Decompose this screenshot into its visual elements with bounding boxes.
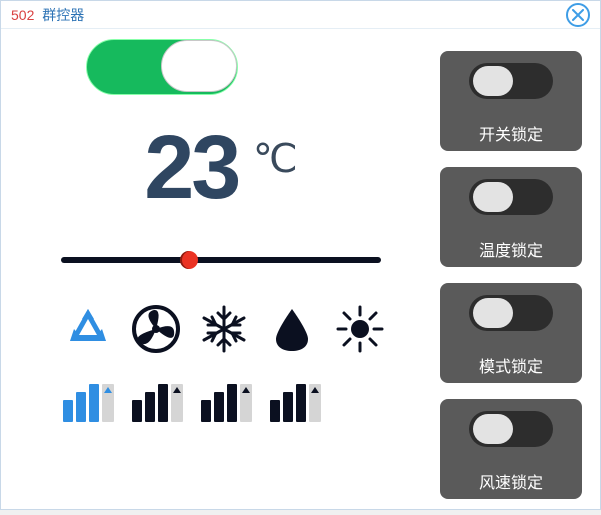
fan-speed-row	[63, 384, 401, 422]
lock-mode-toggle[interactable]	[469, 295, 553, 331]
lock-temp-tile: 温度锁定	[440, 167, 582, 267]
lock-mode-tile: 模式锁定	[440, 283, 582, 383]
toggle-knob	[473, 298, 513, 328]
titlebar: 502 群控器	[1, 1, 600, 29]
mode-cool[interactable]	[199, 304, 249, 354]
controller-window: 502 群控器 23 ℃	[0, 0, 601, 510]
title: 502 群控器	[11, 5, 84, 25]
fan-speed-auto[interactable]	[270, 384, 321, 422]
device-name: 群控器	[42, 7, 84, 23]
power-toggle-knob	[161, 40, 237, 92]
main-column: 23 ℃	[1, 39, 431, 422]
lock-mode-label: 模式锁定	[479, 353, 543, 377]
close-button[interactable]	[566, 3, 590, 27]
lock-fan-toggle[interactable]	[469, 411, 553, 447]
fan-auto-indicator	[171, 384, 183, 422]
toggle-knob	[473, 182, 513, 212]
locks-column: 开关锁定 温度锁定 模式锁定 风速锁定	[440, 51, 582, 515]
temperature-value: 23	[144, 117, 238, 220]
slider-track	[61, 257, 381, 263]
device-id: 502	[11, 7, 34, 23]
fan-auto-indicator	[309, 384, 321, 422]
mode-fan[interactable]	[131, 304, 181, 354]
fan-icon	[132, 305, 180, 353]
lock-power-label: 开关锁定	[479, 121, 543, 145]
droplet-icon	[268, 305, 316, 353]
toggle-knob	[473, 414, 513, 444]
mode-cycle[interactable]	[63, 304, 113, 354]
temperature-slider[interactable]	[61, 250, 381, 270]
lock-fan-tile: 风速锁定	[440, 399, 582, 499]
toggle-knob	[473, 66, 513, 96]
lock-fan-label: 风速锁定	[479, 469, 543, 493]
lock-temp-toggle[interactable]	[469, 179, 553, 215]
fan-auto-indicator	[102, 384, 114, 422]
fan-speed-1[interactable]	[63, 384, 114, 422]
fan-auto-indicator	[240, 384, 252, 422]
close-icon	[572, 9, 584, 21]
temperature-unit: ℃	[253, 136, 298, 182]
temperature-display: 23 ℃	[41, 117, 401, 220]
mode-dry[interactable]	[267, 304, 317, 354]
mode-heat[interactable]	[335, 304, 385, 354]
slider-thumb[interactable]	[180, 251, 198, 269]
lock-temp-label: 温度锁定	[479, 237, 543, 261]
lock-power-toggle[interactable]	[469, 63, 553, 99]
snowflake-icon	[200, 305, 248, 353]
fan-speed-3[interactable]	[201, 384, 252, 422]
fan-speed-2[interactable]	[132, 384, 183, 422]
sun-icon	[336, 305, 384, 353]
cycle-icon	[64, 305, 112, 353]
power-toggle[interactable]	[86, 39, 238, 95]
lock-power-tile: 开关锁定	[440, 51, 582, 151]
content: 23 ℃	[1, 29, 600, 509]
mode-row	[63, 304, 401, 354]
